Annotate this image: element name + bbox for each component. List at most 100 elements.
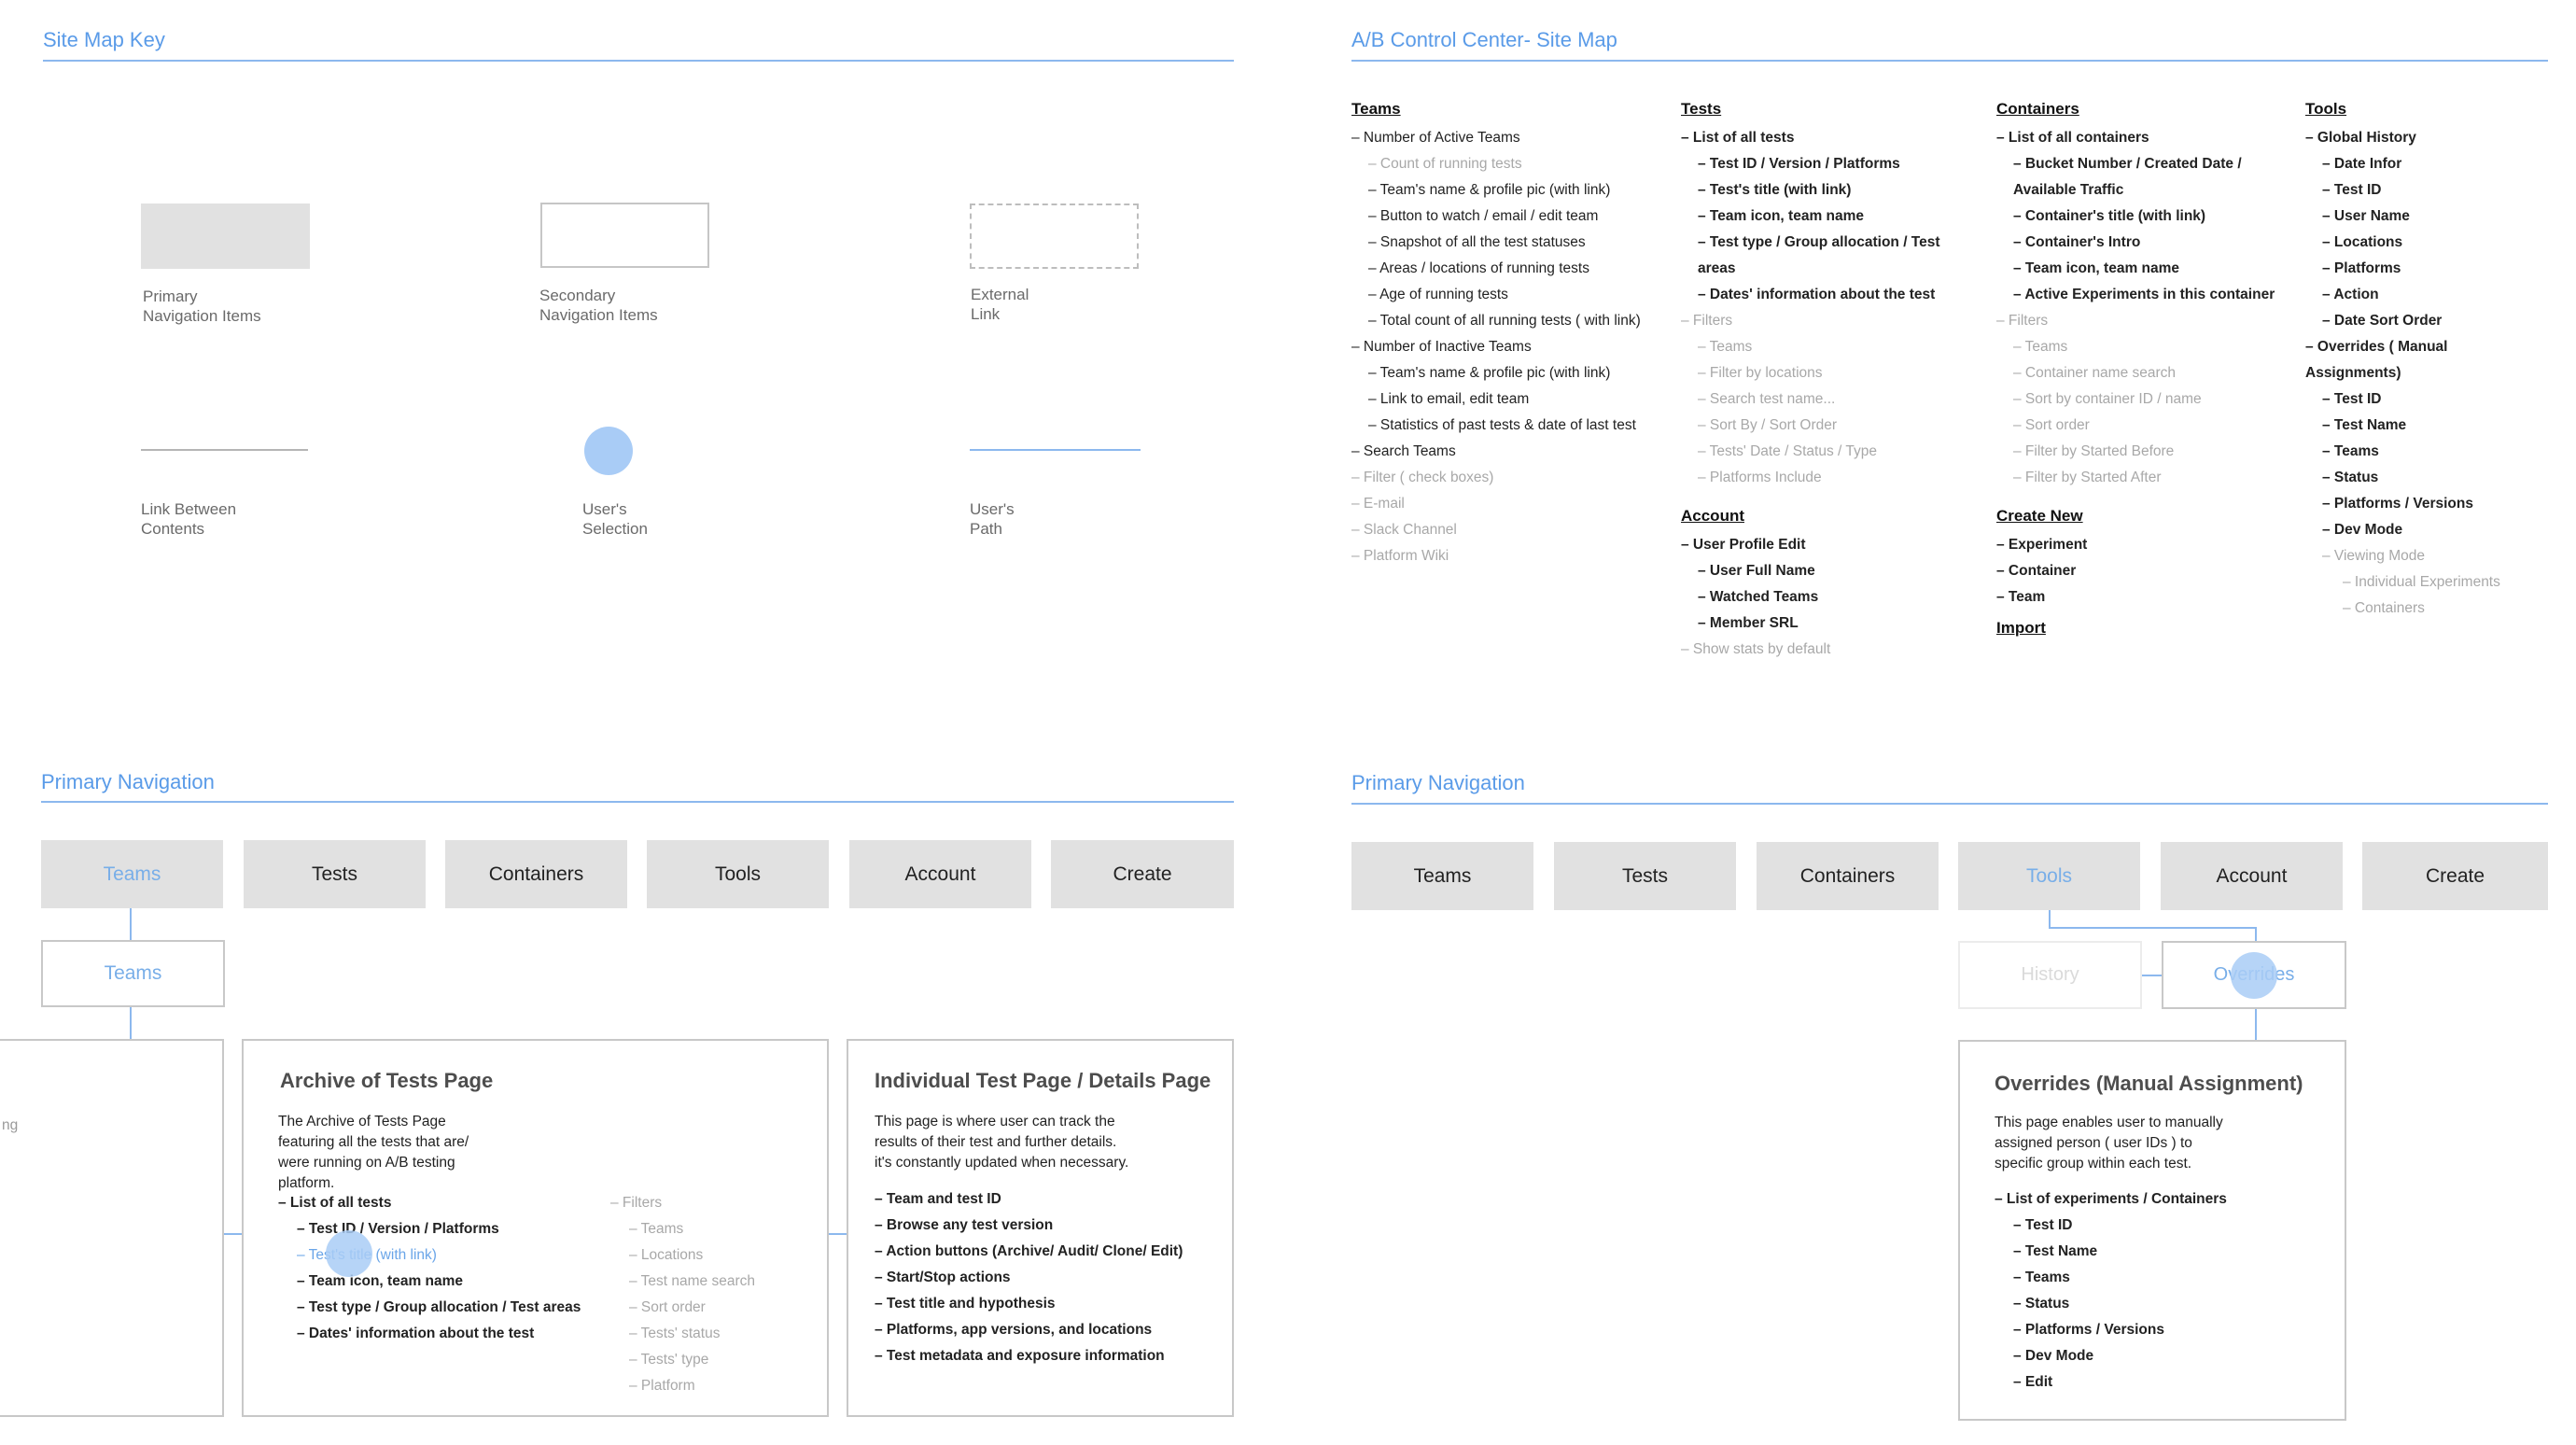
list-item: – Areas / locations of running tests (1368, 260, 1589, 276)
nav-left-tools-button[interactable]: Tools (647, 840, 829, 908)
nav-left-create-button[interactable]: Create (1051, 840, 1234, 908)
list-item: – Start/Stop actions (875, 1270, 1011, 1285)
list-item: – Team's name & profile pic (with link) (1368, 182, 1611, 198)
list-item: – Test ID / Version / Platforms (297, 1221, 499, 1237)
user-selection-dot (326, 1230, 372, 1277)
list-item: – Snapshot of all the test statuses (1368, 234, 1586, 250)
list-item: – Dates' information about the test (297, 1326, 535, 1341)
sitemap-tests-column: Tests – List of all tests – Test ID / Ve… (1681, 99, 1970, 491)
sitemap-divider (1351, 60, 2548, 62)
key-divider (43, 60, 1234, 62)
partial-card: ng (0, 1039, 224, 1417)
sitemap-import-heading: Import (1996, 619, 2046, 637)
list-item: – Platforms / Versions (2013, 1322, 2164, 1338)
list-item: – Platform (629, 1378, 695, 1394)
path-line (2049, 910, 2051, 929)
nav-right-teams-button[interactable]: Teams (1351, 842, 1533, 910)
path-line (2255, 927, 2257, 942)
nav-left-divider (41, 801, 1234, 803)
sitemap-create-column: Create New – Experiment – Container – Te… (1996, 506, 2314, 644)
list-item: – Test type / Group allocation / Test ar… (297, 1299, 581, 1315)
link-between-swatch (141, 449, 308, 451)
sitemap-tools-column: Tools – Global History – Date Infor – Te… (2305, 99, 2548, 622)
list-item: – Dev Mode (2013, 1348, 2094, 1364)
list-item: – Tests' type (629, 1352, 709, 1368)
list-item: – Sort by container ID / name (2013, 391, 2202, 407)
list-item: – Teams (2013, 1270, 2070, 1285)
nav-right-containers-button[interactable]: Containers (1757, 842, 1939, 910)
archive-card-title: Archive of Tests Page (280, 1069, 494, 1092)
list-item: – User Name (2322, 208, 2410, 224)
list-item: – Age of running tests (1368, 287, 1508, 302)
nav-right-tools-button[interactable]: Tools (1958, 842, 2140, 910)
sitemap-containers-heading: Containers (1996, 100, 2079, 118)
list-item: – Overrides ( Manual Assignments) (2305, 339, 2448, 381)
list-item: – Sort order (2013, 417, 2090, 433)
list-item: – List of experiments / Containers (1995, 1191, 2227, 1207)
list-item: – Active Experiments in this container (2013, 287, 2275, 302)
path-line (224, 1233, 243, 1235)
list-item: – Platforms Include (1698, 470, 1822, 485)
list-item: – Individual Experiments (2343, 574, 2500, 590)
user-path-swatch (970, 449, 1141, 451)
partial-card-text: ng (2, 1117, 19, 1133)
nav-left-account-button[interactable]: Account (849, 840, 1031, 908)
list-item: – Status (2013, 1296, 2070, 1312)
list-item: – Teams (2013, 339, 2068, 355)
nav-left-teams-button[interactable]: Teams (41, 840, 223, 908)
sitemap-containers-column: Containers – List of all containers – Bu… (1996, 99, 2295, 491)
list-item: – Bucket Number / Created Date / Availab… (2013, 156, 2242, 198)
list-item: – Test type / Group allocation / Test ar… (1698, 234, 1940, 276)
sitemap-account-heading: Account (1681, 507, 1744, 525)
list-item: – Statistics of past tests & date of las… (1368, 417, 1636, 433)
list-item: – Browse any test version (875, 1217, 1054, 1233)
list-item: – Watched Teams (1698, 589, 1819, 605)
list-item: – Global History (2305, 130, 2416, 146)
archive-card-list: – List of all tests – Test ID / Version … (278, 1190, 581, 1347)
list-item: – Search test name... (1698, 391, 1836, 407)
sitemap-teams-heading: Teams (1351, 100, 1401, 118)
nav-right-tests-button[interactable]: Tests (1554, 842, 1736, 910)
list-item: – Member SRL (1698, 615, 1799, 631)
primary-nav-label: Primary Navigation Items (143, 288, 261, 325)
list-item: – Status (2322, 470, 2379, 485)
sitemap-tests-heading: Tests (1681, 100, 1722, 118)
list-item: – Test metadata and exposure information (875, 1348, 1165, 1364)
list-item-link[interactable]: – Test's title (with link) (278, 1242, 581, 1269)
nav-left-tests-button[interactable]: Tests (244, 840, 426, 908)
tools-history-sub[interactable]: History (1958, 941, 2142, 1009)
list-item: – Sort order (629, 1299, 706, 1315)
list-item: – Platform Wiki (1351, 548, 1449, 564)
nav-left-teams-sub[interactable]: Teams (41, 940, 225, 1007)
list-item: – Containers (2343, 600, 2425, 616)
nav-right-account-button[interactable]: Account (2161, 842, 2343, 910)
list-item: – Container's Intro (2013, 234, 2141, 250)
nav-left-title: Primary Navigation (41, 770, 215, 793)
list-item: – Action (2322, 287, 2379, 302)
user-path-label: User's Path (970, 500, 1015, 538)
sitemap-teams-column: Teams – Number of Active Teams – Count o… (1351, 99, 1669, 569)
list-item: – Button to watch / email / edit team (1368, 208, 1599, 224)
list-item: – Platforms / Versions (2322, 496, 2473, 512)
list-item: – List of all tests (1681, 130, 1795, 146)
list-item: – Count of running tests (1368, 156, 1522, 172)
sitemap-account-column: Account – User Profile Edit – User Full … (1681, 506, 1998, 663)
key-title: Site Map Key (43, 28, 165, 51)
list-item: – Date Sort Order (2322, 313, 2443, 329)
list-item: – Test ID (2322, 391, 2382, 407)
overrides-card-list: – List of experiments / Containers – Tes… (1995, 1186, 2227, 1396)
list-item: – User Profile Edit (1681, 537, 1806, 553)
external-link-swatch (970, 203, 1139, 269)
path-line (2142, 975, 2163, 976)
nav-right-divider (1351, 803, 2548, 805)
list-item: – Test title and hypothesis (875, 1296, 1056, 1312)
list-item: – Test ID (2013, 1217, 2073, 1233)
list-item: – Search Teams (1351, 443, 1456, 459)
nav-left-containers-button[interactable]: Containers (445, 840, 627, 908)
nav-right-create-button[interactable]: Create (2362, 842, 2548, 910)
list-item: – Team and test ID (875, 1191, 1001, 1207)
secondary-nav-label: Secondary Navigation Items (539, 287, 658, 324)
sitemap-tools-heading: Tools (2305, 100, 2347, 118)
list-item: – Team (1996, 589, 2046, 605)
path-line (130, 908, 132, 940)
